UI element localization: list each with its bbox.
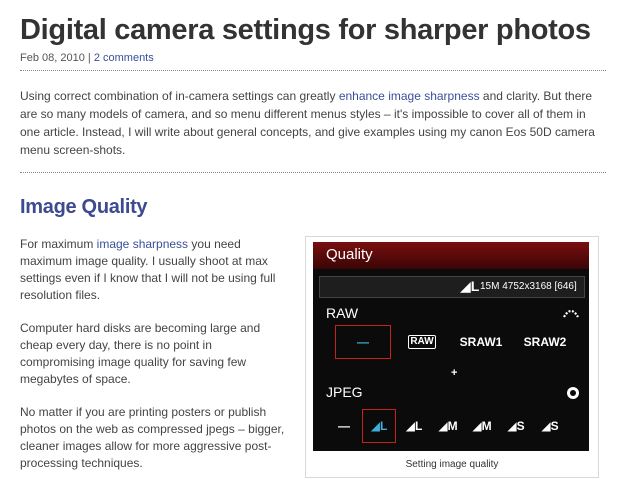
jpeg-dial-icon xyxy=(566,386,580,403)
enhance-sharpness-link[interactable]: enhance image sharpness xyxy=(339,89,480,103)
raw-option-label: RAW xyxy=(408,335,436,349)
post-title[interactable]: Digital camera settings for sharper phot… xyxy=(20,14,591,47)
raw-option-none[interactable]: — xyxy=(335,325,391,359)
jpeg-option-label: ◢L xyxy=(405,419,423,433)
jpeg-option-medium-fine[interactable]: ◢M xyxy=(433,409,463,443)
intro-text: Using correct combination of in-camera s… xyxy=(20,89,339,103)
jpeg-label: JPEG xyxy=(326,384,363,400)
raw-option-label: SRAW1 xyxy=(459,335,503,349)
camera-menu-header: Quality xyxy=(313,242,589,269)
meta-separator: | xyxy=(84,52,94,64)
post-meta: Feb 08, 2010 | 2 comments xyxy=(20,52,154,64)
jpeg-option-large-normal[interactable]: ◢L xyxy=(399,409,429,443)
paragraph: Computer hard disks are becoming large a… xyxy=(20,321,261,386)
figure-caption: Setting image quality xyxy=(405,459,499,470)
jpeg-option-none[interactable]: — xyxy=(329,409,359,443)
section-title: Image Quality xyxy=(20,196,148,218)
raw-option-raw[interactable]: RAW xyxy=(399,325,445,359)
jpeg-option-label: ◢L xyxy=(370,419,388,433)
raw-label: RAW xyxy=(326,305,359,321)
camera-menu-title: Quality xyxy=(326,246,373,263)
jpeg-option-large-fine[interactable]: ◢L xyxy=(362,409,396,443)
jpeg-option-small-fine[interactable]: ◢S xyxy=(501,409,531,443)
raw-option-sraw1[interactable]: SRAW1 xyxy=(453,325,509,359)
paragraph: No matter if you are printing posters or… xyxy=(20,405,285,470)
jpeg-option-label: ◢M xyxy=(472,419,492,433)
image-sharpness-link[interactable]: image sharpness xyxy=(97,237,188,251)
divider xyxy=(20,172,606,173)
jpeg-option-label: ◢M xyxy=(438,419,458,433)
raw-option-label: — xyxy=(357,335,369,349)
comments-link[interactable]: 2 comments xyxy=(94,52,154,64)
jpeg-option-label: ◢S xyxy=(507,419,525,433)
section-body: For maximum image sharpness you need max… xyxy=(20,236,288,488)
jpeg-option-label: ◢S xyxy=(541,419,559,433)
divider xyxy=(20,70,606,71)
quality-info-bar: ◢L 15M 4752x3168 [646] xyxy=(319,276,585,298)
raw-wave-icon xyxy=(563,308,579,321)
jpeg-option-label: — xyxy=(338,419,350,433)
quality-info-text: 15M 4752x3168 [646] xyxy=(480,281,577,292)
quality-icon: ◢L xyxy=(460,278,480,294)
camera-menu-screenshot: Quality ◢L 15M 4752x3168 [646] RAW — RAW… xyxy=(313,242,589,451)
intro-paragraph: Using correct combination of in-camera s… xyxy=(20,87,604,159)
plus-sign: + xyxy=(451,367,458,379)
jpeg-option-small-normal[interactable]: ◢S xyxy=(535,409,565,443)
jpeg-option-medium-normal[interactable]: ◢M xyxy=(467,409,497,443)
post-date: Feb 08, 2010 xyxy=(20,52,85,64)
raw-option-sraw2[interactable]: SRAW2 xyxy=(517,325,573,359)
paragraph-text: For maximum xyxy=(20,237,97,251)
paragraph: For maximum image sharpness you need max… xyxy=(20,236,288,304)
raw-option-label: SRAW2 xyxy=(523,335,567,349)
figure: Quality ◢L 15M 4752x3168 [646] RAW — RAW… xyxy=(305,236,599,478)
